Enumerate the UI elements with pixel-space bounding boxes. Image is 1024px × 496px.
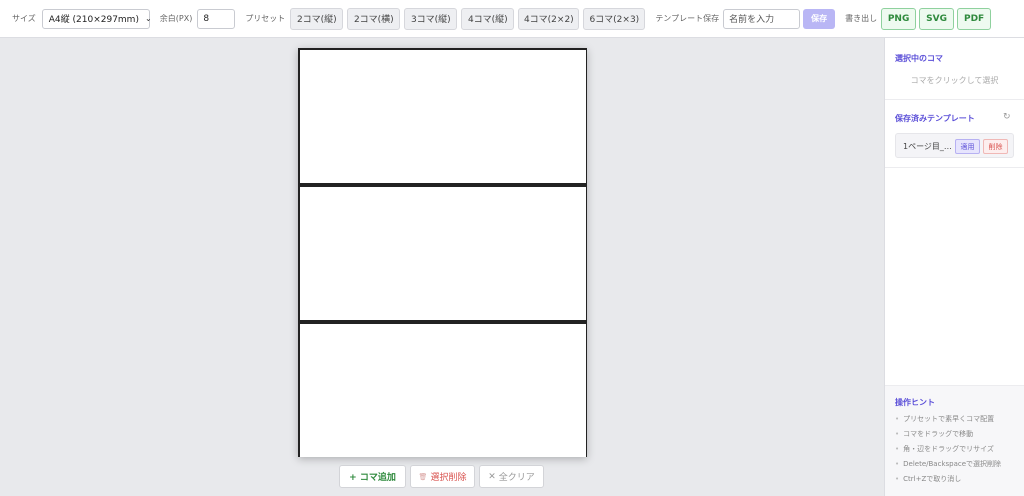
preset-3-vertical-button[interactable]: 3コマ(縦): [404, 7, 458, 30]
template-save-label: テンプレート保存: [655, 14, 720, 23]
size-label: サイズ: [12, 14, 36, 23]
hint-item: • Ctrl+Zで取り消し: [895, 475, 962, 483]
hint-item: • プリセットで素早くコマ配置: [895, 415, 995, 423]
close-icon: ✕: [488, 471, 496, 482]
margin-input[interactable]: 8: [197, 8, 236, 29]
delete-selected-label: 選択削除: [430, 473, 467, 483]
selected-panel-title: 選択中のコマ: [895, 54, 943, 63]
size-select-value: A4縦 (210×297mm): [48, 15, 139, 25]
template-apply-button[interactable]: 適用: [955, 139, 980, 154]
clear-all-button[interactable]: ✕ 全クリア: [479, 465, 544, 488]
margin-label: 余白(PX): [159, 14, 193, 23]
hints-title: 操作ヒント: [895, 398, 935, 407]
preset-4-grid-button[interactable]: 4コマ(2×2): [518, 7, 580, 30]
template-name-input[interactable]: 名前を入力: [723, 8, 801, 29]
trash-icon: 🗑: [418, 472, 428, 481]
saved-templates-section: 保存済みテンプレート ↻ 1ページ目_… 適用 削除: [885, 100, 1024, 168]
toolbar: サイズ A4縦 (210×297mm) ⌄ 余白(PX) 8 プリセット 2コマ…: [0, 0, 1024, 38]
hint-item: • 角・辺をドラッグでリサイズ: [895, 445, 994, 453]
sidebar: 選択中のコマ コマをクリックして選択 保存済みテンプレート ↻ 1ページ目_… …: [884, 38, 1024, 496]
hint-item: • コマをドラッグで移動: [895, 430, 974, 438]
refresh-icon[interactable]: ↻: [1003, 112, 1011, 122]
selected-panel-empty: コマをクリックして選択: [910, 76, 999, 85]
comic-panel-1[interactable]: [298, 48, 587, 185]
size-select[interactable]: A4縦 (210×297mm) ⌄: [41, 8, 152, 29]
template-item: 1ページ目_… 適用 削除: [895, 133, 1014, 158]
add-panel-label: + コマ追加: [349, 473, 396, 483]
canvas-page[interactable]: [298, 48, 587, 457]
chevron-down-icon: ⌄: [144, 14, 152, 23]
preset-4-vertical-button[interactable]: 4コマ(縦): [461, 7, 515, 30]
export-png-button[interactable]: PNG: [881, 7, 917, 30]
clear-all-label: 全クリア: [498, 473, 535, 483]
hints-section: 操作ヒント • プリセットで素早くコマ配置 • コマをドラッグで移動 • 角・辺をドラ…: [885, 385, 1024, 496]
preset-2-vertical-button[interactable]: 2コマ(縦): [290, 7, 344, 30]
template-name: 1ページ目_…: [903, 142, 952, 151]
selected-panel-section: 選択中のコマ コマをクリックして選択: [885, 38, 1024, 100]
export-label: 書き出し: [845, 14, 878, 23]
delete-selected-button[interactable]: 🗑 選択削除: [410, 465, 475, 488]
add-panel-button[interactable]: + コマ追加: [339, 465, 406, 488]
preset-2-horizontal-button[interactable]: 2コマ(横): [347, 7, 401, 30]
preset-6-grid-button[interactable]: 6コマ(2×3): [583, 7, 646, 30]
export-svg-button[interactable]: SVG: [919, 7, 955, 30]
template-delete-button[interactable]: 削除: [983, 139, 1008, 154]
hint-item: • Delete/Backspaceで選択削除: [895, 460, 1002, 468]
saved-templates-title: 保存済みテンプレート: [895, 114, 975, 123]
comic-panel-2[interactable]: [298, 185, 587, 322]
preset-label: プリセット: [245, 14, 286, 23]
template-save-button[interactable]: 保存: [803, 8, 836, 29]
comic-panel-3[interactable]: [298, 322, 587, 457]
export-pdf-button[interactable]: PDF: [957, 7, 992, 30]
